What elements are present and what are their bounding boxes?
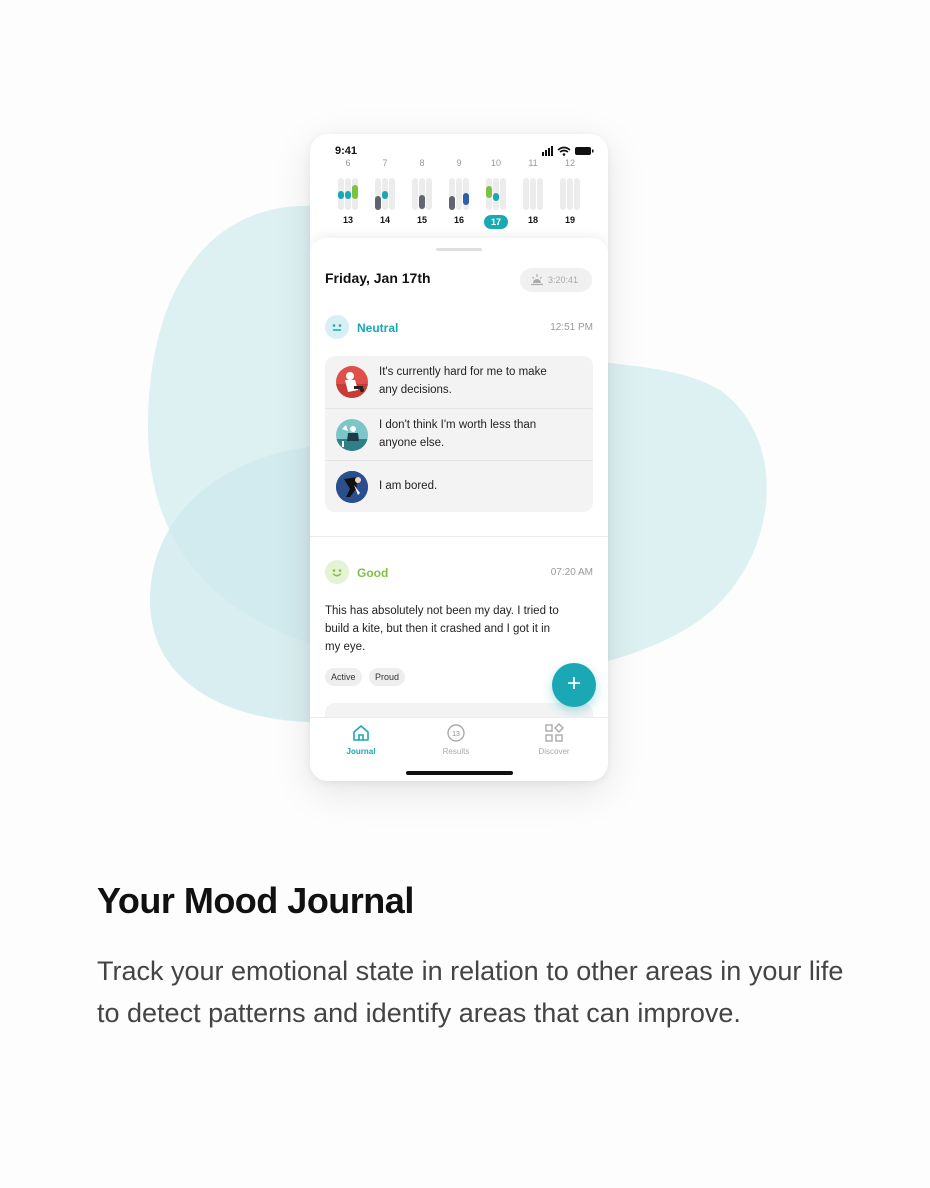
mood-mark <box>419 195 425 209</box>
home-icon <box>353 725 369 741</box>
mood-track <box>389 178 395 210</box>
tab-label: Discover <box>538 747 570 756</box>
week-day-14[interactable]: 7 14 <box>370 158 400 238</box>
tab-journal[interactable]: Journal <box>321 723 401 759</box>
mood-time: 12:51 PM <box>550 322 593 333</box>
mood-mark <box>345 191 351 199</box>
day-number: 19 <box>564 215 575 225</box>
mood-track <box>530 178 536 210</box>
week-day-prev-number: 6 <box>345 158 351 168</box>
signal-icon <box>542 146 553 156</box>
week-day-16[interactable]: 9 16 <box>444 158 474 238</box>
mood-track <box>426 178 432 210</box>
entry-divider <box>310 536 608 537</box>
mood-label: Neutral <box>357 321 399 335</box>
selected-day-number: 17 <box>484 215 508 229</box>
phone-screen: 9:41 6 13 7 14 8 15 9 16 10 17 11 18 12 19 Friday, Ja… <box>310 134 608 781</box>
mood-mark <box>449 196 455 210</box>
beach-figure-icon <box>336 419 368 451</box>
week-day-18[interactable]: 11 18 <box>518 158 548 238</box>
tab-label: Results <box>442 747 470 756</box>
week-day-prev-number: 11 <box>528 158 538 168</box>
thoughts-card: It's currently hard for me to make any de… <box>325 356 593 512</box>
tag-chip[interactable]: Active <box>325 668 362 686</box>
week-day-17[interactable]: 10 17 <box>481 158 511 238</box>
mood-mark <box>463 193 469 205</box>
thought-text: It's currently hard for me to make any de… <box>379 366 547 396</box>
mood-entry-good[interactable]: Good 07:20 AM <box>325 560 593 584</box>
mood-track <box>412 178 418 210</box>
mood-time: 07:20 AM <box>550 567 593 578</box>
week-strip: 6 13 7 14 8 15 9 16 10 17 11 18 12 19 <box>330 158 592 238</box>
page-title: Your Mood Journal <box>97 880 414 921</box>
status-time: 9:41 <box>335 145 358 157</box>
thought-text: I don't think I'm worth less than anyone … <box>379 419 537 449</box>
mood-track <box>567 178 573 210</box>
week-day-prev-number: 9 <box>456 158 462 168</box>
week-day-prev-number: 10 <box>490 158 501 168</box>
tab-bar: Journal 13 Results Discover <box>310 717 608 781</box>
date-title: Friday, Jan 17th <box>325 270 431 286</box>
mood-label: Good <box>357 566 389 580</box>
sleep-value: 3:20:41 <box>548 275 579 285</box>
home-indicator <box>406 771 513 775</box>
wifi-icon <box>557 146 571 156</box>
day-number: 18 <box>527 215 538 225</box>
mood-track <box>574 178 580 210</box>
tab-discover[interactable]: Discover <box>514 723 594 759</box>
mood-mark <box>486 186 492 198</box>
sunrise-icon <box>531 274 543 286</box>
mood-track <box>500 178 506 210</box>
mood-entry-neutral[interactable]: Neutral 12:51 PM <box>325 315 593 339</box>
mood-mark <box>382 191 388 199</box>
day-number: 16 <box>453 215 464 225</box>
leaning-figure-icon <box>336 471 368 503</box>
tab-results[interactable]: 13 Results <box>416 723 496 759</box>
mood-track <box>523 178 529 210</box>
sleep-pill[interactable]: 3:20:41 <box>520 268 592 292</box>
add-entry-button[interactable]: + <box>552 663 596 707</box>
day-number: 14 <box>379 215 390 225</box>
journal-note: This has absolutely not been my day. I t… <box>325 605 559 653</box>
mood-track <box>560 178 566 210</box>
mood-track <box>537 178 543 210</box>
mood-mark <box>352 185 358 199</box>
thought-text: I am bored. <box>379 480 438 492</box>
sheet-grabber[interactable] <box>436 248 482 251</box>
mood-mark <box>375 196 381 210</box>
battery-icon <box>575 147 594 155</box>
page-description: Track your emotional state in relation t… <box>97 956 844 1028</box>
day-number: 15 <box>416 215 427 225</box>
day-number: 13 <box>342 215 353 225</box>
neutral-face-icon <box>325 315 349 339</box>
mood-mark <box>493 193 499 201</box>
week-day-prev-number: 12 <box>564 158 575 168</box>
week-day-13[interactable]: 6 13 <box>333 158 363 238</box>
thinking-figure-icon <box>336 366 368 398</box>
week-day-19[interactable]: 12 19 <box>555 158 585 238</box>
thought-item[interactable]: It's currently hard for me to make any de… <box>325 356 593 408</box>
svg-text:13: 13 <box>452 731 460 738</box>
mood-track <box>456 178 462 210</box>
thought-item[interactable]: I don't think I'm worth less than anyone … <box>325 408 593 460</box>
tab-label: Journal <box>346 747 376 756</box>
results-badge-icon: 13 <box>447 724 465 742</box>
week-day-prev-number: 8 <box>419 158 425 168</box>
discover-grid-icon <box>545 723 564 742</box>
journal-sheet: Friday, Jan 17th 3:20:41 Neutral 12:51 P… <box>310 238 608 723</box>
mood-mark <box>338 191 344 199</box>
status-icons <box>542 146 594 156</box>
smile-face-icon <box>325 560 349 584</box>
week-day-prev-number: 7 <box>382 158 388 168</box>
thought-item[interactable]: I am bored. <box>325 460 593 512</box>
stage: 9:41 6 13 7 14 8 15 9 16 10 17 11 18 12 19 Friday, Ja… <box>0 0 930 1188</box>
week-day-15[interactable]: 8 15 <box>407 158 437 238</box>
tag-chip[interactable]: Proud <box>369 668 406 686</box>
